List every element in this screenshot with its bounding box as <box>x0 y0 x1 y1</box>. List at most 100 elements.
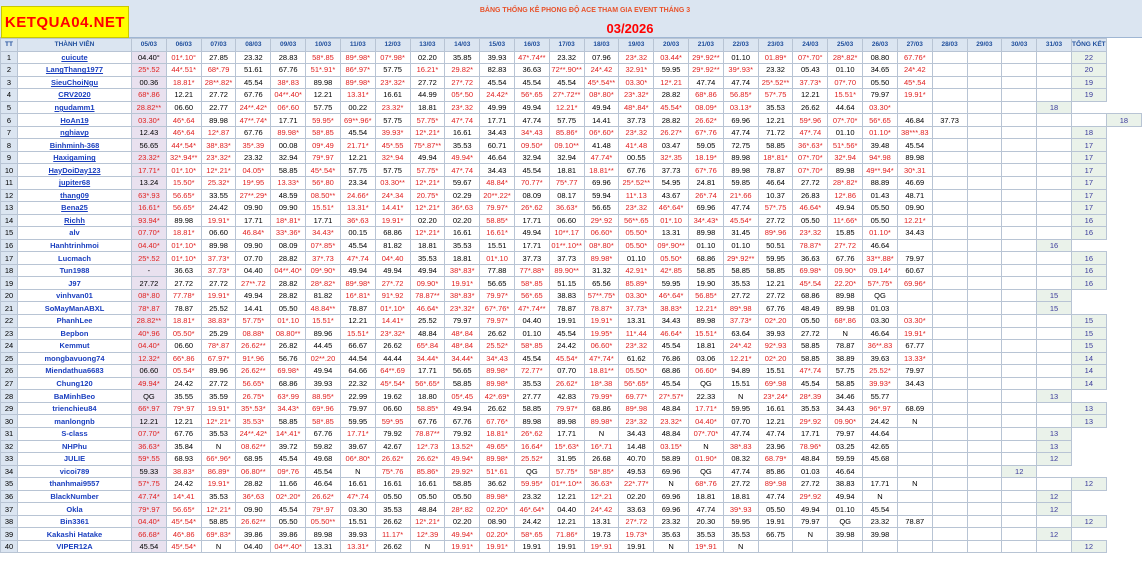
day-cell[interactable]: 04.40° <box>131 50 167 65</box>
day-cell[interactable]: 16.61 <box>757 401 794 416</box>
day-cell[interactable]: 26.62* <box>374 452 411 466</box>
day-cell[interactable]: 42.65 <box>862 439 898 454</box>
day-cell[interactable]: 02.29 <box>444 188 481 203</box>
day-cell[interactable]: 01**.10** <box>548 477 585 491</box>
day-cell[interactable]: 07*.98* <box>374 50 411 65</box>
day-cell[interactable]: 56*.65 <box>862 113 898 127</box>
day-cell[interactable]: 59.95 <box>722 514 759 529</box>
day-cell[interactable]: 07*.70* <box>792 150 829 165</box>
day-cell[interactable]: 19.91* <box>374 213 411 228</box>
day-cell[interactable]: 46.64* <box>409 301 446 316</box>
day-cell[interactable]: 44.64 <box>827 100 864 115</box>
day-cell[interactable]: 22.33 <box>688 389 724 403</box>
day-cell[interactable]: 81.82 <box>374 238 411 253</box>
day-cell[interactable] <box>931 439 968 454</box>
day-cell[interactable] <box>1001 426 1038 441</box>
day-cell[interactable]: 24.42 <box>200 201 237 215</box>
day-cell[interactable] <box>931 514 968 529</box>
day-cell[interactable]: 86*.97* <box>339 63 376 77</box>
day-cell[interactable]: 02*.20 <box>757 314 794 328</box>
day-cell[interactable]: 68*.86 <box>131 88 167 102</box>
day-cell[interactable]: 04.40* <box>131 339 167 353</box>
member-name[interactable]: Chung120 <box>17 376 132 391</box>
day-cell[interactable]: 49.94 <box>792 502 829 516</box>
day-cell[interactable]: 49.94* <box>444 150 481 165</box>
day-cell[interactable]: 57.75 <box>374 113 411 127</box>
day-cell[interactable]: 79.97 <box>827 426 864 441</box>
day-cell[interactable] <box>966 251 1003 265</box>
day-cell[interactable]: 13.31 <box>305 539 341 554</box>
member-name[interactable]: vinhvan01 <box>17 288 132 303</box>
day-cell[interactable]: 56.65 <box>583 201 620 215</box>
day-cell[interactable]: 48.49 <box>792 301 829 316</box>
day-cell[interactable]: 12*.21* <box>200 414 237 428</box>
day-cell[interactable]: 23.32* <box>131 150 167 165</box>
day-cell[interactable]: 57*.75 <box>757 88 794 102</box>
day-cell[interactable]: 34.43 <box>618 426 655 441</box>
day-cell[interactable]: 28.82 <box>235 477 272 491</box>
day-cell[interactable]: 86.89* <box>200 464 237 479</box>
day-cell[interactable] <box>931 201 968 215</box>
day-cell[interactable]: 24*.42 <box>722 339 759 353</box>
day-cell[interactable]: 68.86 <box>688 251 724 265</box>
member-name[interactable]: Lucmach <box>17 251 132 265</box>
day-cell[interactable]: 71.72 <box>757 125 794 140</box>
day-cell[interactable]: 35.53 <box>374 502 411 516</box>
day-cell[interactable] <box>896 489 933 504</box>
day-cell[interactable]: 34.65 <box>862 63 898 77</box>
day-cell[interactable]: 39.48 <box>862 138 898 152</box>
day-cell[interactable]: 12*.39 <box>409 527 446 541</box>
day-cell[interactable] <box>827 539 864 554</box>
member-name[interactable]: SieuChoiNgu <box>17 75 132 90</box>
day-cell[interactable]: 49.94* <box>444 452 481 466</box>
day-cell[interactable]: 49.99 <box>479 100 515 115</box>
day-cell[interactable] <box>1070 113 1107 127</box>
day-cell[interactable]: 78.87* <box>583 301 620 316</box>
day-cell[interactable]: 05.50* <box>653 251 689 265</box>
day-cell[interactable]: 89*.98* <box>339 75 376 90</box>
day-cell[interactable]: 24*.34 <box>374 188 411 203</box>
day-cell[interactable]: 77.78* <box>165 288 202 303</box>
day-cell[interactable] <box>966 238 1003 253</box>
day-cell[interactable] <box>1001 163 1038 177</box>
day-cell[interactable]: 29*.92** <box>688 63 724 77</box>
day-cell[interactable]: 19.95* <box>583 326 620 341</box>
day-cell[interactable]: 12.21* <box>722 351 759 366</box>
day-cell[interactable] <box>1001 125 1038 140</box>
day-cell[interactable]: 38.83 <box>827 477 864 491</box>
day-cell[interactable]: 39.72 <box>270 439 307 454</box>
day-cell[interactable]: 19.91 <box>513 539 550 554</box>
day-cell[interactable]: 75*.87** <box>409 138 446 152</box>
day-cell[interactable]: 69.98* <box>270 364 307 378</box>
day-cell[interactable]: 58.85* <box>479 213 515 228</box>
day-cell[interactable]: 34*.43* <box>688 213 724 228</box>
day-cell[interactable]: 36*.63 <box>444 201 481 215</box>
day-cell[interactable]: 94.89 <box>722 364 759 378</box>
day-cell[interactable]: 16.61 <box>374 88 411 102</box>
day-cell[interactable]: 69.96 <box>653 489 689 504</box>
day-cell[interactable]: 01**.10** <box>548 238 585 253</box>
day-cell[interactable] <box>966 426 1003 441</box>
day-cell[interactable]: 58*.85 <box>513 276 550 290</box>
day-cell[interactable]: N <box>722 539 759 554</box>
day-cell[interactable] <box>1036 113 1072 127</box>
day-cell[interactable]: 69*.83* <box>200 527 237 541</box>
day-cell[interactable]: 79.92 <box>374 426 411 441</box>
day-cell[interactable]: 06.60 <box>165 339 202 353</box>
day-cell[interactable]: 33.63 <box>618 502 655 516</box>
day-cell[interactable] <box>1001 50 1038 65</box>
day-cell[interactable] <box>1036 176 1072 190</box>
day-cell[interactable]: 05.54* <box>165 364 202 378</box>
day-cell[interactable]: 48.84 <box>653 401 689 416</box>
day-cell[interactable]: 02.20 <box>409 213 446 228</box>
day-cell[interactable]: 26.27* <box>653 125 689 140</box>
day-cell[interactable]: 05.50* <box>618 364 655 378</box>
day-cell[interactable]: 42*.69* <box>479 389 515 403</box>
day-cell[interactable]: 24**.42* <box>235 100 272 115</box>
day-cell[interactable] <box>931 314 968 328</box>
day-cell[interactable]: 68*.86 <box>688 88 724 102</box>
day-cell[interactable]: 11.17* <box>374 527 411 541</box>
day-cell[interactable]: 38*.83* <box>444 288 481 303</box>
day-cell[interactable]: 72.77* <box>513 364 550 378</box>
day-cell[interactable]: 18.81 <box>688 339 724 353</box>
